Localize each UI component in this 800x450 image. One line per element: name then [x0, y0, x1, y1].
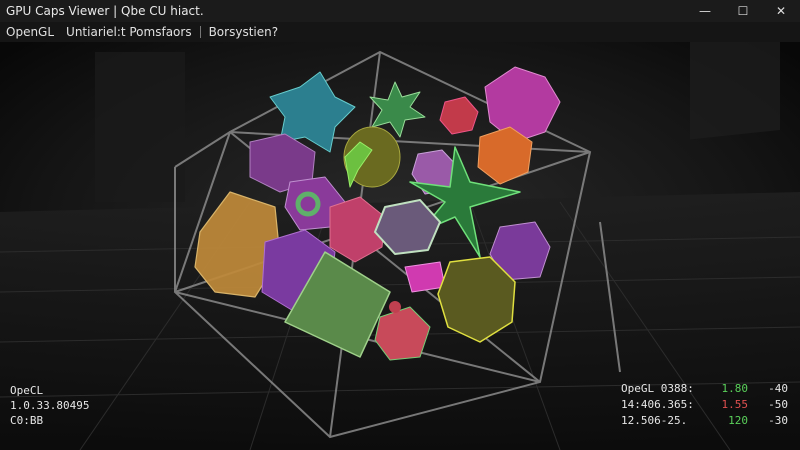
menu-bar: OpenGL Untiariel:t Pomsfaors Borsystien? — [0, 22, 800, 43]
window-title: GPU Caps Viewer | Qbe CU hiact. — [6, 4, 204, 18]
hud-right-value: 1.80 — [721, 382, 749, 395]
hud-right-stats: OpeGL 0388: 1.80 -40 14:406.365: 1.55 -5… — [621, 381, 788, 429]
small-red-sphere — [389, 301, 401, 313]
hud-right-row: 12.506-25. 120 -30 — [621, 413, 788, 429]
hud-left-line: 1.0.33.80495 — [10, 399, 90, 412]
hud-right-label: 14:406.365: — [621, 398, 694, 411]
app-window: GPU Caps Viewer | Qbe CU hiact. — ☐ ✕ Op… — [0, 0, 800, 450]
maximize-button[interactable]: ☐ — [724, 0, 762, 22]
back-wall-panel-right — [690, 42, 780, 140]
close-button[interactable]: ✕ — [762, 0, 800, 22]
hud-right-extra: -40 — [768, 382, 788, 395]
hud-right-value: 120 — [728, 414, 748, 427]
hud-right-label: 12.506-25. — [621, 414, 688, 427]
back-wall-panel — [95, 52, 185, 202]
hud-right-row: 14:406.365: 1.55 -50 — [621, 397, 788, 413]
hud-left-line: OpeCL — [10, 384, 44, 397]
hud-right-row: OpeGL 0388: 1.80 -40 — [621, 381, 788, 397]
hud-right-extra: -30 — [768, 414, 788, 427]
hud-right-label: OpeGL 0388: — [621, 382, 694, 395]
menu-separator — [199, 26, 201, 38]
menu-item-subsystem[interactable]: Borsystien? — [203, 25, 285, 39]
magenta-square — [404, 261, 446, 293]
hud-right-value: 1.55 — [721, 398, 749, 411]
hud-left-line: C0:BB — [10, 414, 44, 427]
window-controls: — ☐ ✕ — [686, 0, 800, 22]
hud-left-stats: OpeCL 1.0.33.80495 C0:BB — [10, 383, 89, 428]
menu-item-unknown[interactable]: Untiariel:t Pomsfaors — [60, 25, 198, 39]
hud-right-extra: -50 — [768, 398, 788, 411]
menu-item-opengl[interactable]: OpenGL — [0, 25, 60, 39]
minimize-button[interactable]: — — [686, 0, 724, 22]
titlebar: GPU Caps Viewer | Qbe CU hiact. — ☐ ✕ — [0, 0, 800, 22]
